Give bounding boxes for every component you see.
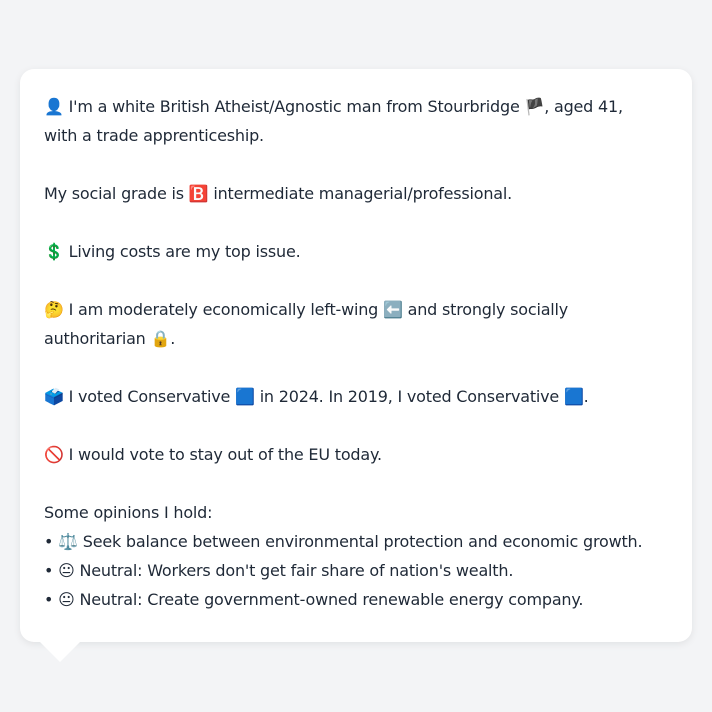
message-line: My social grade is 🅱️ intermediate manag…: [44, 184, 513, 203]
message-line: 🤔 I am moderately economically left-wing…: [44, 300, 569, 319]
chat-bubble-tail: [40, 642, 80, 662]
chat-bubble: 👤 I'm a white British Atheist/Agnostic m…: [20, 69, 692, 642]
message-line: • 😐 Neutral: Workers don't get fair shar…: [44, 561, 514, 580]
message-line: 👤 I'm a white British Atheist/Agnostic m…: [44, 97, 623, 116]
message-line: Some opinions I hold:: [44, 503, 213, 522]
message-line: 🗳️ I voted Conservative 🟦 in 2024. In 20…: [44, 387, 589, 406]
message-line: • ⚖️ Seek balance between environmental …: [44, 532, 643, 551]
message-line: with a trade apprenticeship.: [44, 126, 264, 145]
message-line: authoritarian 🔒.: [44, 329, 176, 348]
message-line: • 😐 Neutral: Create government-owned ren…: [44, 590, 584, 609]
message-line: 🚫 I would vote to stay out of the EU tod…: [44, 445, 382, 464]
message-line: 💲 Living costs are my top issue.: [44, 242, 301, 261]
